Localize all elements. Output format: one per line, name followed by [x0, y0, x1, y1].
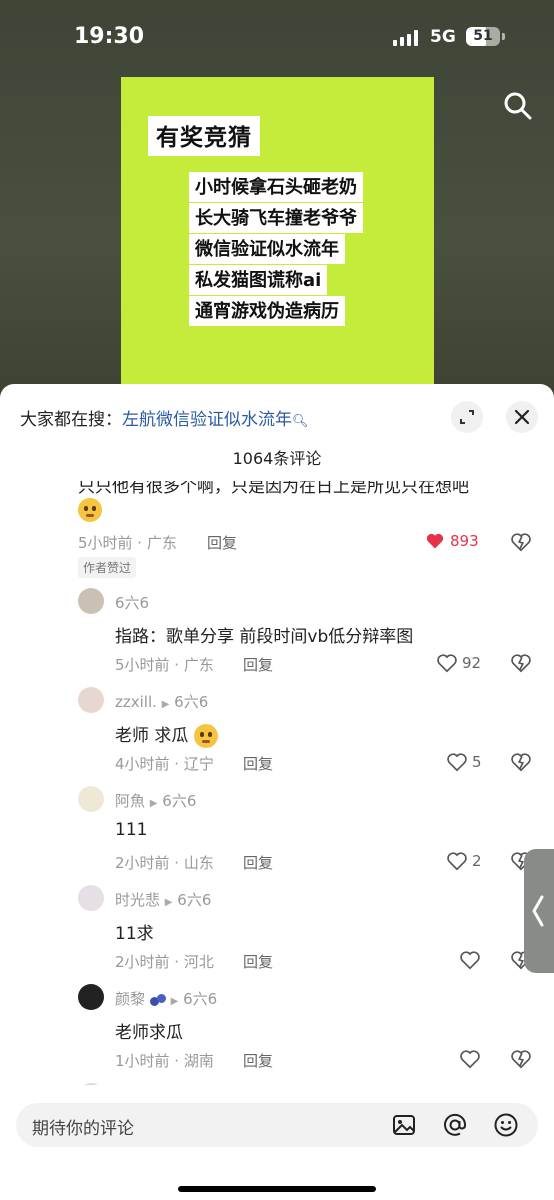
reply-username[interactable]: 阿魚 ▶ 6六6 — [115, 790, 196, 811]
comment-input-bar: 期待你的评论 — [0, 1085, 554, 1200]
heart-outline-icon[interactable] — [446, 850, 468, 876]
hot-search-bar[interactable]: 大家都在搜：左航微信验证似水流年🔍︎ — [20, 405, 309, 430]
heart-outline-icon[interactable] — [436, 652, 458, 678]
thinking-emoji-icon — [193, 724, 218, 748]
username[interactable]: 时光悲 — [115, 891, 160, 909]
status-time: 19:30 — [74, 24, 145, 49]
reply-arrow-icon: ▶ — [170, 996, 179, 1007]
dislike-icon[interactable] — [510, 751, 532, 777]
heart-outline-icon[interactable] — [446, 751, 468, 777]
image-icon[interactable] — [391, 1112, 417, 1142]
close-button[interactable] — [506, 401, 538, 433]
reply-arrow-icon: ▶ — [161, 699, 170, 710]
heart-filled-icon[interactable] — [425, 531, 445, 555]
reply-text: 老师 求瓜 — [115, 721, 218, 748]
like-count: 893 — [450, 532, 479, 550]
reply-username[interactable]: zzxill. ▶ 6六6 — [115, 691, 208, 712]
network-type: 5G — [430, 27, 456, 47]
poster-line-2: 长大骑飞车撞老爷爷 — [189, 203, 363, 233]
battery-tip — [502, 33, 505, 40]
battery-level: 51 — [473, 28, 493, 44]
reply-meta: 1小时前 · 湖南 — [115, 1052, 214, 1070]
reply-text: 11求 — [115, 924, 154, 944]
comment-input-placeholder: 期待你的评论 — [32, 1119, 134, 1139]
username[interactable]: 颜黎 — [115, 990, 145, 1008]
avatar[interactable] — [78, 588, 104, 614]
reply-to-username[interactable]: 6六6 — [177, 891, 211, 909]
home-indicator[interactable] — [178, 1186, 376, 1192]
battery-icon: 51 — [466, 27, 500, 46]
reply-to-username[interactable]: 6六6 — [183, 990, 217, 1008]
author-liked-badge: 作者赞过 — [78, 557, 137, 578]
hot-search-keyword[interactable]: 左航微信验证似水流年 — [122, 410, 292, 430]
reply-meta: 2小时前 · 河北 — [115, 953, 214, 971]
pleading-emoji-icon — [78, 498, 102, 522]
poster-title: 有奖竞猜 — [148, 116, 260, 156]
reply-meta: 5小时前 · 广东 — [115, 656, 214, 674]
like-count: 2 — [472, 852, 482, 870]
reply-text: 老师求瓜 — [115, 1023, 183, 1043]
dislike-icon[interactable] — [510, 531, 532, 557]
reply-arrow-icon: ▶ — [164, 897, 173, 908]
side-panel-tab[interactable] — [524, 849, 554, 973]
reply-username[interactable]: 颜黎 ▶ 6六6 — [115, 988, 217, 1009]
username[interactable]: zzxill. — [115, 693, 157, 711]
expand-button[interactable] — [451, 401, 483, 433]
emoji-icon[interactable] — [493, 1112, 519, 1142]
poster-line-1: 小时候拿石头砸老奶 — [189, 172, 363, 202]
small-search-icon: 🔍︎ — [292, 414, 309, 429]
dislike-icon[interactable] — [510, 652, 532, 678]
dislike-icon[interactable] — [510, 1048, 532, 1074]
reply-to-username[interactable]: 6六6 — [162, 792, 196, 810]
reply-to-username[interactable]: 6六6 — [174, 693, 208, 711]
reply-username[interactable]: 时光悲 ▶ 6六6 — [115, 889, 211, 910]
comment-meta: 5小时前 · 广东 — [78, 534, 177, 552]
poster-line-5: 通宵游戏伪造病历 — [189, 296, 345, 326]
reply-button[interactable]: 回复 — [243, 1050, 273, 1071]
reply-button[interactable]: 回复 — [243, 654, 273, 675]
reply-button[interactable]: 回复 — [243, 852, 273, 873]
username[interactable]: 阿魚 — [115, 792, 145, 810]
avatar[interactable] — [78, 786, 104, 812]
like-count: 5 — [472, 753, 482, 771]
blueberry-emoji-icon — [149, 993, 166, 1007]
reply-text-content: 老师 求瓜 — [115, 726, 189, 746]
comment-count: 1064条评论 — [232, 449, 322, 468]
reply-text: 111 — [115, 820, 148, 840]
hot-search-prefix: 大家都在搜： — [20, 410, 122, 430]
status-bar: 19:30 5G 51 — [0, 0, 554, 76]
reply-meta: 2小时前 · 山东 — [115, 854, 214, 872]
username[interactable]: 6六6 — [115, 594, 149, 612]
comment-input[interactable]: 期待你的评论 — [16, 1103, 538, 1147]
poster-line-4: 私发猫图谎称ai — [189, 265, 328, 295]
avatar[interactable] — [78, 885, 104, 911]
top-comment-text: 只只他有很多个啊，只是因为在日上是所见只在想吧 — [78, 477, 469, 497]
reply-arrow-icon: ▶ — [149, 798, 158, 809]
reply-text: 指路：歌单分享 前段时间vb低分辩率图 — [115, 627, 414, 647]
avatar[interactable] — [78, 687, 104, 713]
reply-button[interactable]: 回复 — [243, 951, 273, 972]
reply-button[interactable]: 回复 — [243, 753, 273, 774]
reply-button[interactable]: 回复 — [207, 532, 237, 553]
mention-icon[interactable] — [442, 1112, 468, 1142]
poster-line-3: 微信验证似水流年 — [189, 234, 345, 264]
search-icon[interactable] — [502, 90, 534, 122]
cellular-signal-icon — [393, 30, 421, 46]
reply-meta: 4小时前 · 辽宁 — [115, 755, 214, 773]
heart-outline-icon[interactable] — [459, 1048, 481, 1074]
like-count: 92 — [462, 654, 482, 672]
reply-username[interactable]: 6六6 — [115, 592, 149, 613]
heart-outline-icon[interactable] — [459, 949, 481, 975]
avatar[interactable] — [78, 984, 104, 1010]
comments-sheet: 大家都在搜：左航微信验证似水流年🔍︎ 1064条评论 只只他有很多个啊，只是因为… — [0, 384, 554, 1200]
